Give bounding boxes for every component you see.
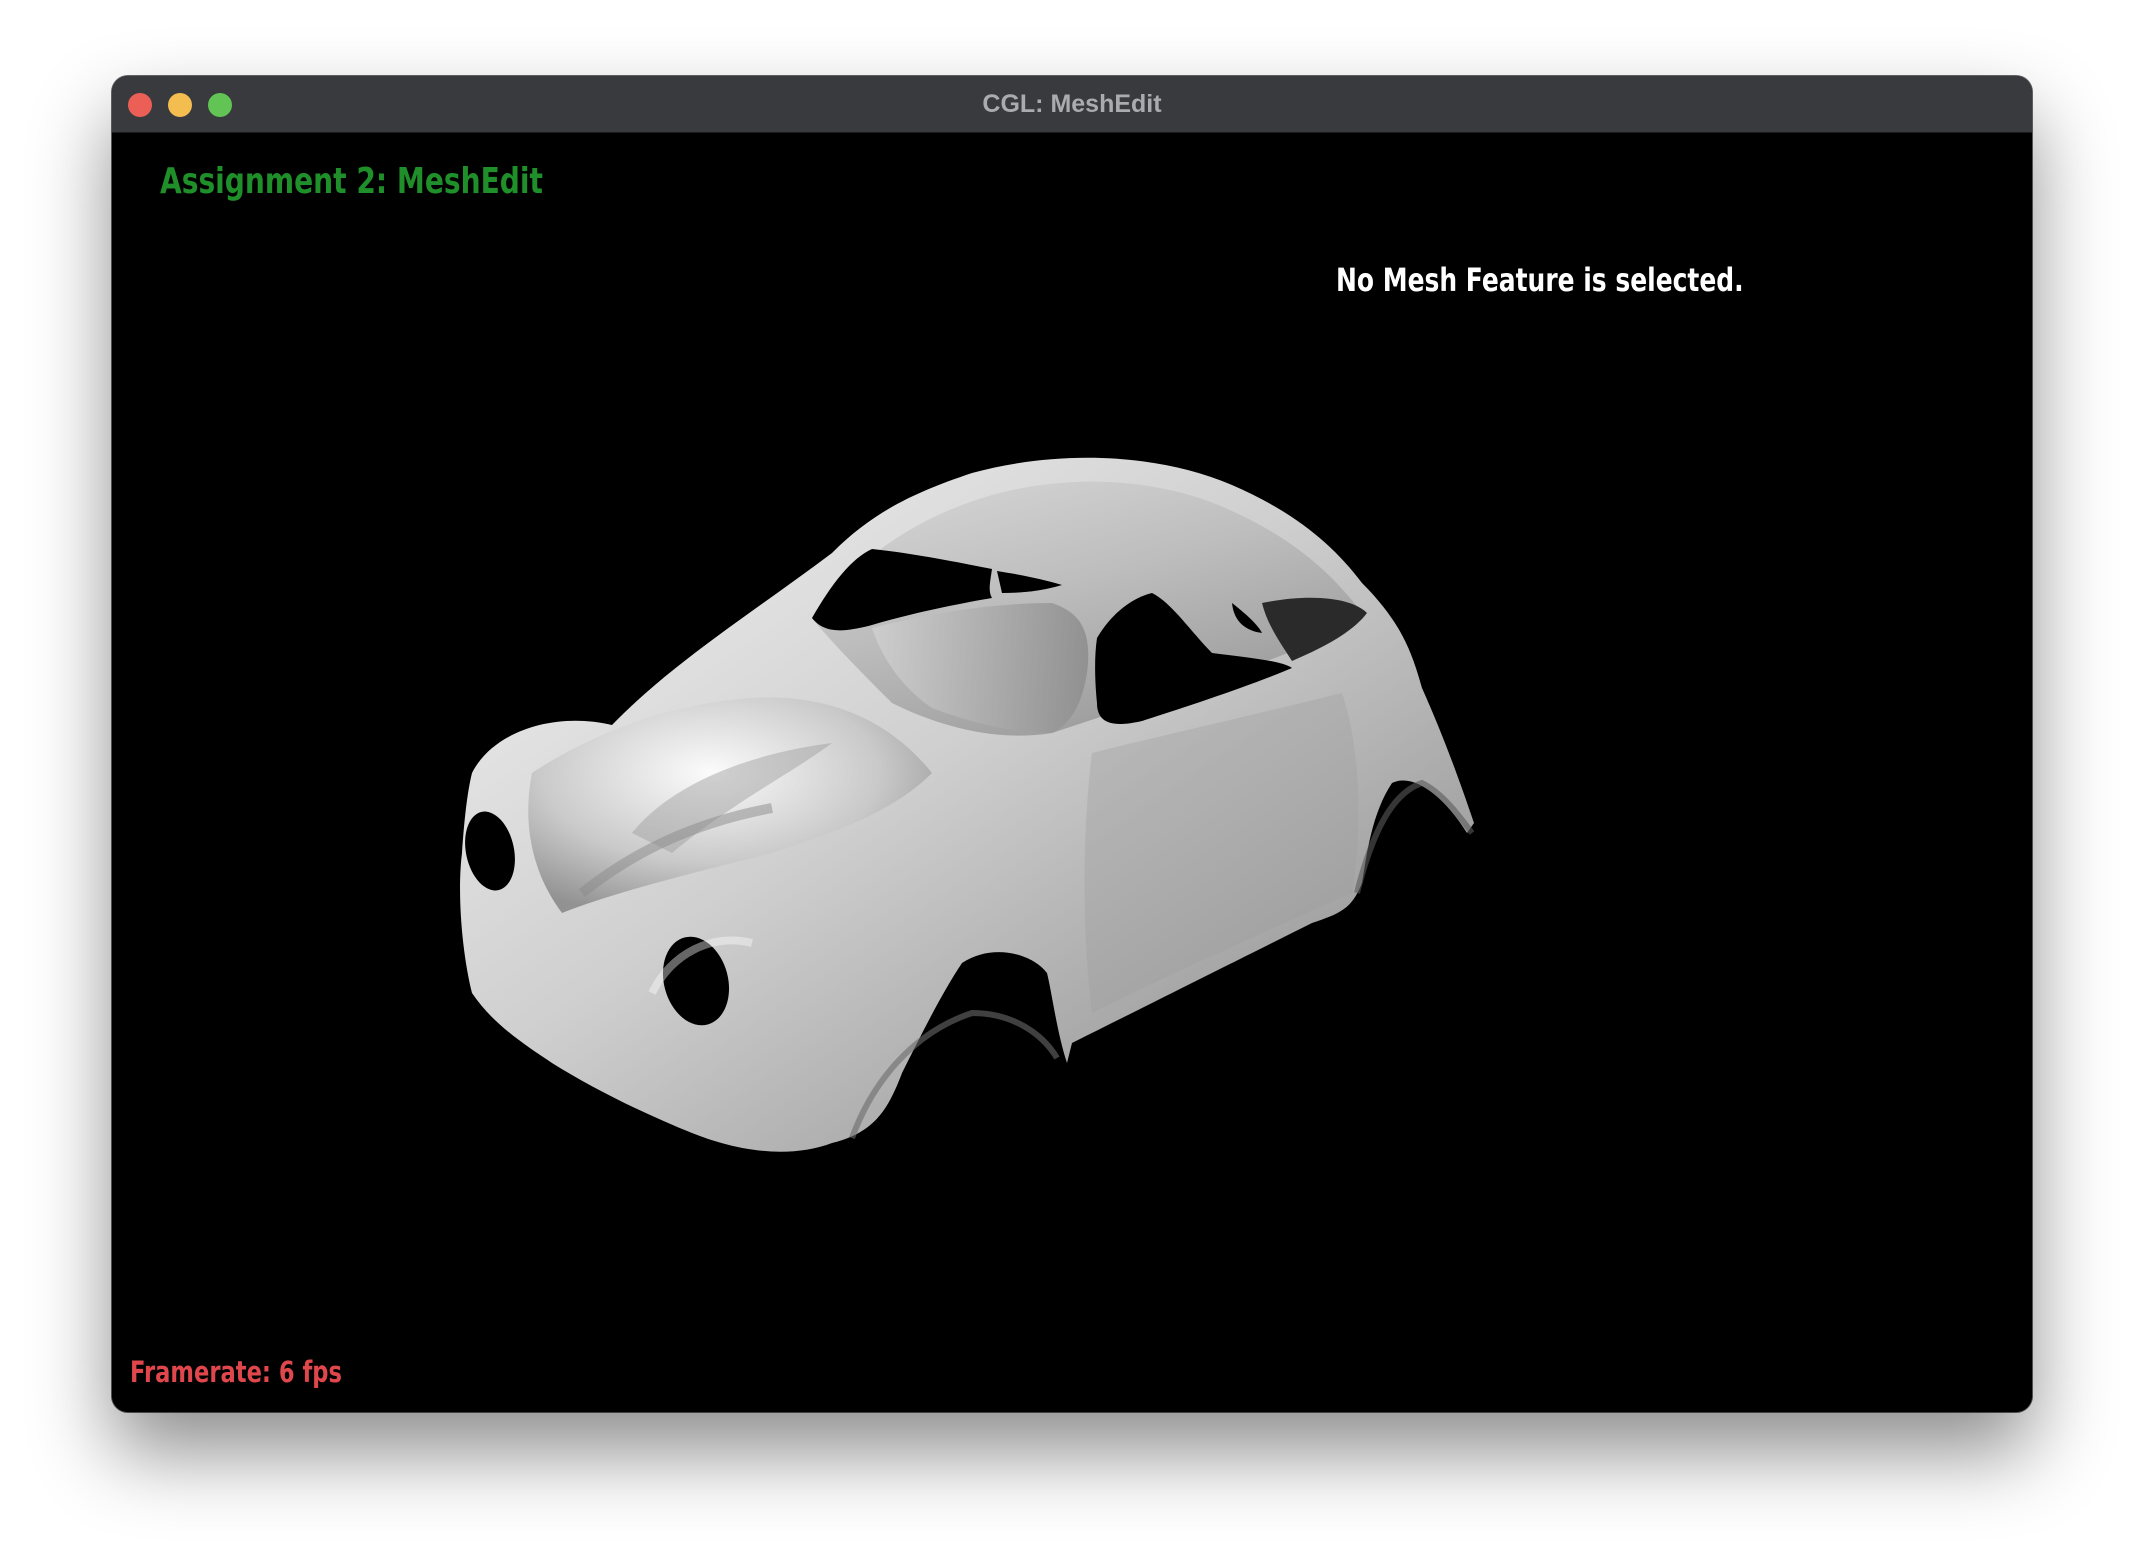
window-title: CGL: MeshEdit xyxy=(982,90,1162,118)
title-bar[interactable]: CGL: MeshEdit xyxy=(112,76,2032,133)
selection-status-text: No Mesh Feature is selected. xyxy=(1336,261,1744,299)
desktop: CGL: MeshEdit Assignment 2: MeshEdit No … xyxy=(0,0,2144,1560)
car-mesh-render[interactable] xyxy=(112,133,2032,1412)
app-window: CGL: MeshEdit Assignment 2: MeshEdit No … xyxy=(112,76,2032,1412)
app-title-overlay: Assignment 2: MeshEdit xyxy=(160,161,543,202)
framerate-readout: Framerate: 6 fps xyxy=(130,1355,342,1389)
render-viewport[interactable]: Assignment 2: MeshEdit No Mesh Feature i… xyxy=(112,133,2032,1412)
